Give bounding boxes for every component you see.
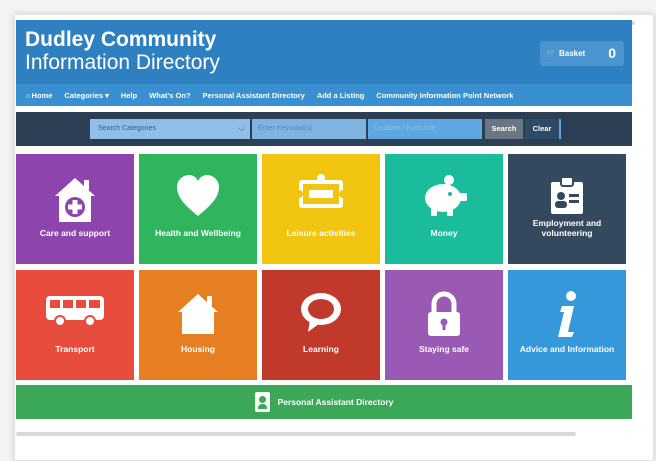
tile-label: Money — [430, 228, 458, 238]
nav-item-add-listing[interactable]: Add a Listing — [317, 91, 365, 100]
tile-staying-safe[interactable]: Staying safe — [385, 270, 503, 380]
pa-directory-label: Personal Assistant Directory — [277, 397, 394, 407]
tile-transport[interactable]: Transport — [16, 270, 134, 380]
main-nav: ⌂Home Categories ▾ Help What's On? Person… — [16, 84, 632, 106]
chevron-down-icon: ⌵ — [238, 123, 245, 133]
tile-leisure-activities[interactable]: Leisure activities — [262, 154, 380, 264]
nav-categories-label: Categories — [64, 90, 104, 100]
tile-label: Learning — [303, 344, 339, 354]
site-title-line1[interactable]: Dudley Community — [25, 28, 216, 52]
tile-label: Housing — [181, 344, 215, 354]
nav-item-whats-on[interactable]: What's On? — [149, 91, 190, 100]
piggy-bank-icon — [425, 175, 467, 216]
nav-home-label: Home — [31, 90, 53, 100]
category-select[interactable]: Search Categories ⌵ — [90, 119, 250, 139]
id-badge-icon — [551, 176, 583, 214]
nav-item-help[interactable]: Help — [121, 91, 137, 100]
nav-item-categories[interactable]: Categories ▾ — [64, 91, 109, 100]
tile-housing[interactable]: Housing — [139, 270, 257, 380]
house-plus-icon — [55, 178, 95, 222]
cart-icon: 🛒 — [546, 49, 556, 58]
tile-advice-and-information[interactable]: Advice and Information — [508, 270, 626, 380]
basket-count: 0 — [608, 45, 616, 61]
nav-item-cip-network[interactable]: Community Information Point Network — [376, 91, 513, 100]
clear-button[interactable]: Clear — [525, 119, 561, 139]
footer-blurred-text — [16, 432, 576, 436]
search-bar: Search Categories ⌵ Enter Keyword(s) Loc… — [16, 112, 632, 146]
location-input[interactable]: Location / Postcode — [368, 119, 482, 139]
tile-learning[interactable]: Learning — [262, 270, 380, 380]
bus-icon — [46, 296, 104, 327]
tile-label: Health and Wellbeing — [155, 228, 241, 238]
speech-bubble-icon — [301, 293, 341, 332]
tile-label: Advice and Information — [519, 344, 615, 354]
category-select-value: Search Categories — [98, 125, 156, 132]
heart-icon — [177, 175, 219, 216]
keyword-input[interactable]: Enter Keyword(s) — [252, 119, 366, 139]
tile-label: Leisure activities — [286, 228, 356, 238]
chevron-down-icon: ▾ — [105, 90, 109, 100]
ticket-icon — [295, 174, 347, 208]
search-button[interactable]: Search — [485, 119, 523, 139]
info-icon — [558, 291, 576, 337]
home-icon: ⌂ — [26, 90, 31, 100]
nav-item-home[interactable]: ⌂Home — [26, 91, 52, 100]
house-icon — [178, 294, 218, 334]
nav-item-pa-directory[interactable]: Personal Assistant Directory — [203, 91, 305, 100]
tile-health-and-wellbeing[interactable]: Health and Wellbeing — [139, 154, 257, 264]
padlock-icon — [428, 291, 460, 336]
pa-directory-bar[interactable]: Personal Assistant Directory — [16, 385, 632, 419]
tile-label: Staying safe — [418, 344, 470, 354]
basket-label: Basket — [558, 49, 586, 58]
basket-button[interactable]: 🛒 Basket 0 — [540, 41, 624, 66]
tile-care-and-support[interactable]: Care and support — [16, 154, 134, 264]
tile-label: Transport — [55, 344, 95, 354]
tile-money[interactable]: Money — [385, 154, 503, 264]
tile-label: Care and support — [39, 228, 111, 238]
tile-employment-and-volunteering[interactable]: Employment and volunteering — [508, 154, 626, 264]
tile-label: Employment and volunteering — [532, 218, 602, 238]
person-badge-icon — [254, 392, 270, 412]
site-title-line2[interactable]: Information Directory — [25, 51, 220, 75]
site-header: Dudley Community Information Directory 🛒… — [16, 20, 632, 84]
